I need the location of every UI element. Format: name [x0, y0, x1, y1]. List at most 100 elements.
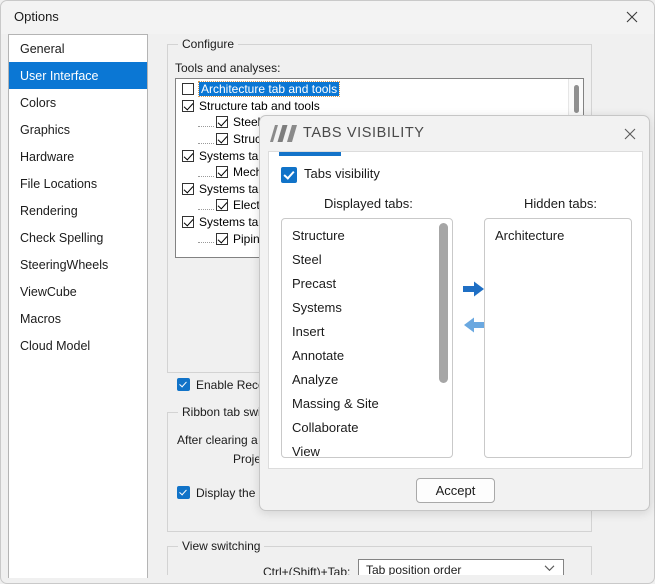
displayed-tabs-scrollbar[interactable] [439, 223, 448, 453]
app-logo-icon [269, 125, 297, 142]
displayed-tabs-header: Displayed tabs: [324, 196, 413, 211]
arrow-left-icon[interactable] [463, 316, 485, 334]
displayed-tabs-items: Structure Steel Precast Systems Insert Annota… [282, 219, 452, 458]
tools-and-analyses-label: Tools and analyses: [175, 61, 281, 75]
screen: Options General User Interface Colors Graph… [0, 0, 655, 584]
displayed-tab-item[interactable]: Insert [282, 319, 452, 343]
sidebar-item-rendering[interactable]: Rendering [9, 197, 147, 224]
tree-item-label: Architecture tab and tools [197, 81, 341, 98]
arrow-right-icon[interactable] [463, 280, 485, 298]
displayed-tab-item[interactable]: Annotate [282, 343, 452, 367]
sidebar-item-label: SteeringWheels [20, 257, 109, 272]
hidden-tabs-header: Hidden tabs: [524, 196, 597, 211]
tree-item-checkbox[interactable] [182, 182, 194, 195]
list-item-label: Massing & Site [292, 395, 379, 411]
tree-branch-line [198, 118, 214, 127]
tree-item-checkbox[interactable] [216, 133, 228, 146]
sidebar-item-macros[interactable]: Macros [9, 305, 147, 332]
displayed-tabs-listbox[interactable]: Structure Steel Precast Systems Insert Annota… [281, 218, 453, 458]
ctrl-tab-select[interactable]: Tab position order [358, 559, 564, 575]
hidden-tab-item[interactable]: Architecture [485, 223, 631, 247]
tabs-visibility-title: TABS VISIBILITY [303, 125, 425, 141]
displayed-tabs-scroll-thumb[interactable] [439, 223, 448, 383]
list-item-label: Insert [292, 323, 325, 339]
enable-recent-checkbox[interactable] [177, 378, 190, 391]
tree-item-checkbox[interactable] [182, 149, 194, 162]
list-item-label: Precast [292, 275, 337, 291]
sidebar-item-label: File Locations [20, 176, 98, 191]
list-item-label: View [292, 443, 320, 458]
sidebar-item-label: Graphics [20, 122, 71, 137]
options-sidebar[interactable]: General User Interface Colors Graphics Hardw… [8, 34, 148, 578]
tabs-visibility-dialog: TABS VISIBILITY Tabs visibility Displaye… [259, 115, 650, 511]
close-icon[interactable] [619, 123, 641, 145]
tree-item-checkbox[interactable] [216, 166, 228, 179]
list-item-label: Structure [292, 227, 345, 243]
tree-row[interactable]: Architecture tab and tools [176, 81, 583, 98]
displayed-tab-item[interactable]: Analyze [282, 367, 452, 391]
list-item-label: Steel [292, 251, 322, 267]
tree-item-checkbox[interactable] [182, 83, 194, 96]
tools-tree-scroll-thumb[interactable] [574, 85, 579, 113]
tree-item-checkbox[interactable] [216, 232, 228, 245]
displayed-tab-item[interactable]: Massing & Site [282, 391, 452, 415]
list-item-label: Analyze [292, 371, 339, 387]
options-titlebar: Options [1, 1, 654, 34]
tree-branch-line [198, 234, 214, 244]
sidebar-item-colors[interactable]: Colors [9, 89, 147, 116]
list-item-label: Architecture [495, 227, 565, 243]
sidebar-item-label: Hardware [20, 149, 75, 164]
sidebar-item-hardware[interactable]: Hardware [9, 143, 147, 170]
list-item-label: Systems [292, 299, 342, 315]
sidebar-item-check-spelling[interactable]: Check Spelling [9, 224, 147, 251]
tree-branch-line [198, 135, 214, 144]
sidebar-item-graphics[interactable]: Graphics [9, 116, 147, 143]
tree-item-checkbox[interactable] [216, 199, 228, 212]
sidebar-item-label: User Interface [20, 68, 99, 83]
modal-close-glyph [624, 128, 636, 140]
sidebar-item-general[interactable]: General [9, 35, 147, 62]
tree-item-checkbox[interactable] [182, 99, 194, 112]
tree-row[interactable]: Structure tab and tools [176, 98, 583, 115]
app-logo-glyph [270, 125, 297, 142]
close-glyph [626, 11, 638, 23]
tree-branch-line [198, 168, 214, 177]
display-contextual-checkbox[interactable] [177, 486, 190, 499]
tree-item-label: Structure tab and tools [199, 98, 320, 113]
sidebar-item-label: Colors [20, 95, 57, 110]
sidebar-item-file-locations[interactable]: File Locations [9, 170, 147, 197]
accept-button[interactable]: Accept [416, 478, 495, 503]
tree-item-checkbox[interactable] [182, 216, 194, 229]
displayed-tab-item[interactable]: Steel [282, 247, 452, 271]
accent-bar [279, 152, 341, 156]
displayed-tab-item[interactable]: Collaborate [282, 415, 452, 439]
displayed-tab-item[interactable]: Structure [282, 223, 452, 247]
chevron-down-icon [544, 563, 555, 575]
tabs-visibility-titlebar: TABS VISIBILITY [260, 116, 649, 151]
arrow-left-glyph [464, 317, 485, 333]
sidebar-item-user-interface[interactable]: User Interface [9, 62, 147, 89]
sidebar-item-label: ViewCube [20, 284, 77, 299]
list-item-label: Annotate [292, 347, 345, 363]
arrow-right-glyph [463, 281, 484, 297]
ctrl-tab-label: Ctrl+(Shift)+Tab: [263, 565, 351, 575]
tabs-visibility-body: Tabs visibility Displayed tabs: Hidden t… [268, 151, 643, 469]
displayed-tab-item[interactable]: Systems [282, 295, 452, 319]
close-icon[interactable] [610, 1, 654, 33]
tree-item-checkbox[interactable] [216, 116, 228, 129]
displayed-tab-item[interactable]: View [282, 439, 452, 458]
displayed-tab-item[interactable]: Precast [282, 271, 452, 295]
sidebar-item-viewcube[interactable]: ViewCube [9, 278, 147, 305]
tabs-visibility-checkbox[interactable] [281, 167, 297, 183]
chevron-down-glyph [544, 565, 555, 572]
sidebar-item-label: Macros [20, 311, 61, 326]
sidebar-item-steeringwheels[interactable]: SteeringWheels [9, 251, 147, 278]
hidden-tabs-items: Architecture [485, 219, 631, 247]
window-title: Options [14, 9, 59, 24]
hidden-tabs-listbox[interactable]: Architecture [484, 218, 632, 458]
sidebar-item-cloud-model[interactable]: Cloud Model [9, 332, 147, 359]
sidebar-item-label: Cloud Model [20, 338, 91, 353]
view-switching-group-title: View switching [178, 539, 265, 553]
ctrl-tab-value: Tab position order [366, 563, 462, 575]
tabs-visibility-checkbox-label: Tabs visibility [304, 166, 380, 181]
